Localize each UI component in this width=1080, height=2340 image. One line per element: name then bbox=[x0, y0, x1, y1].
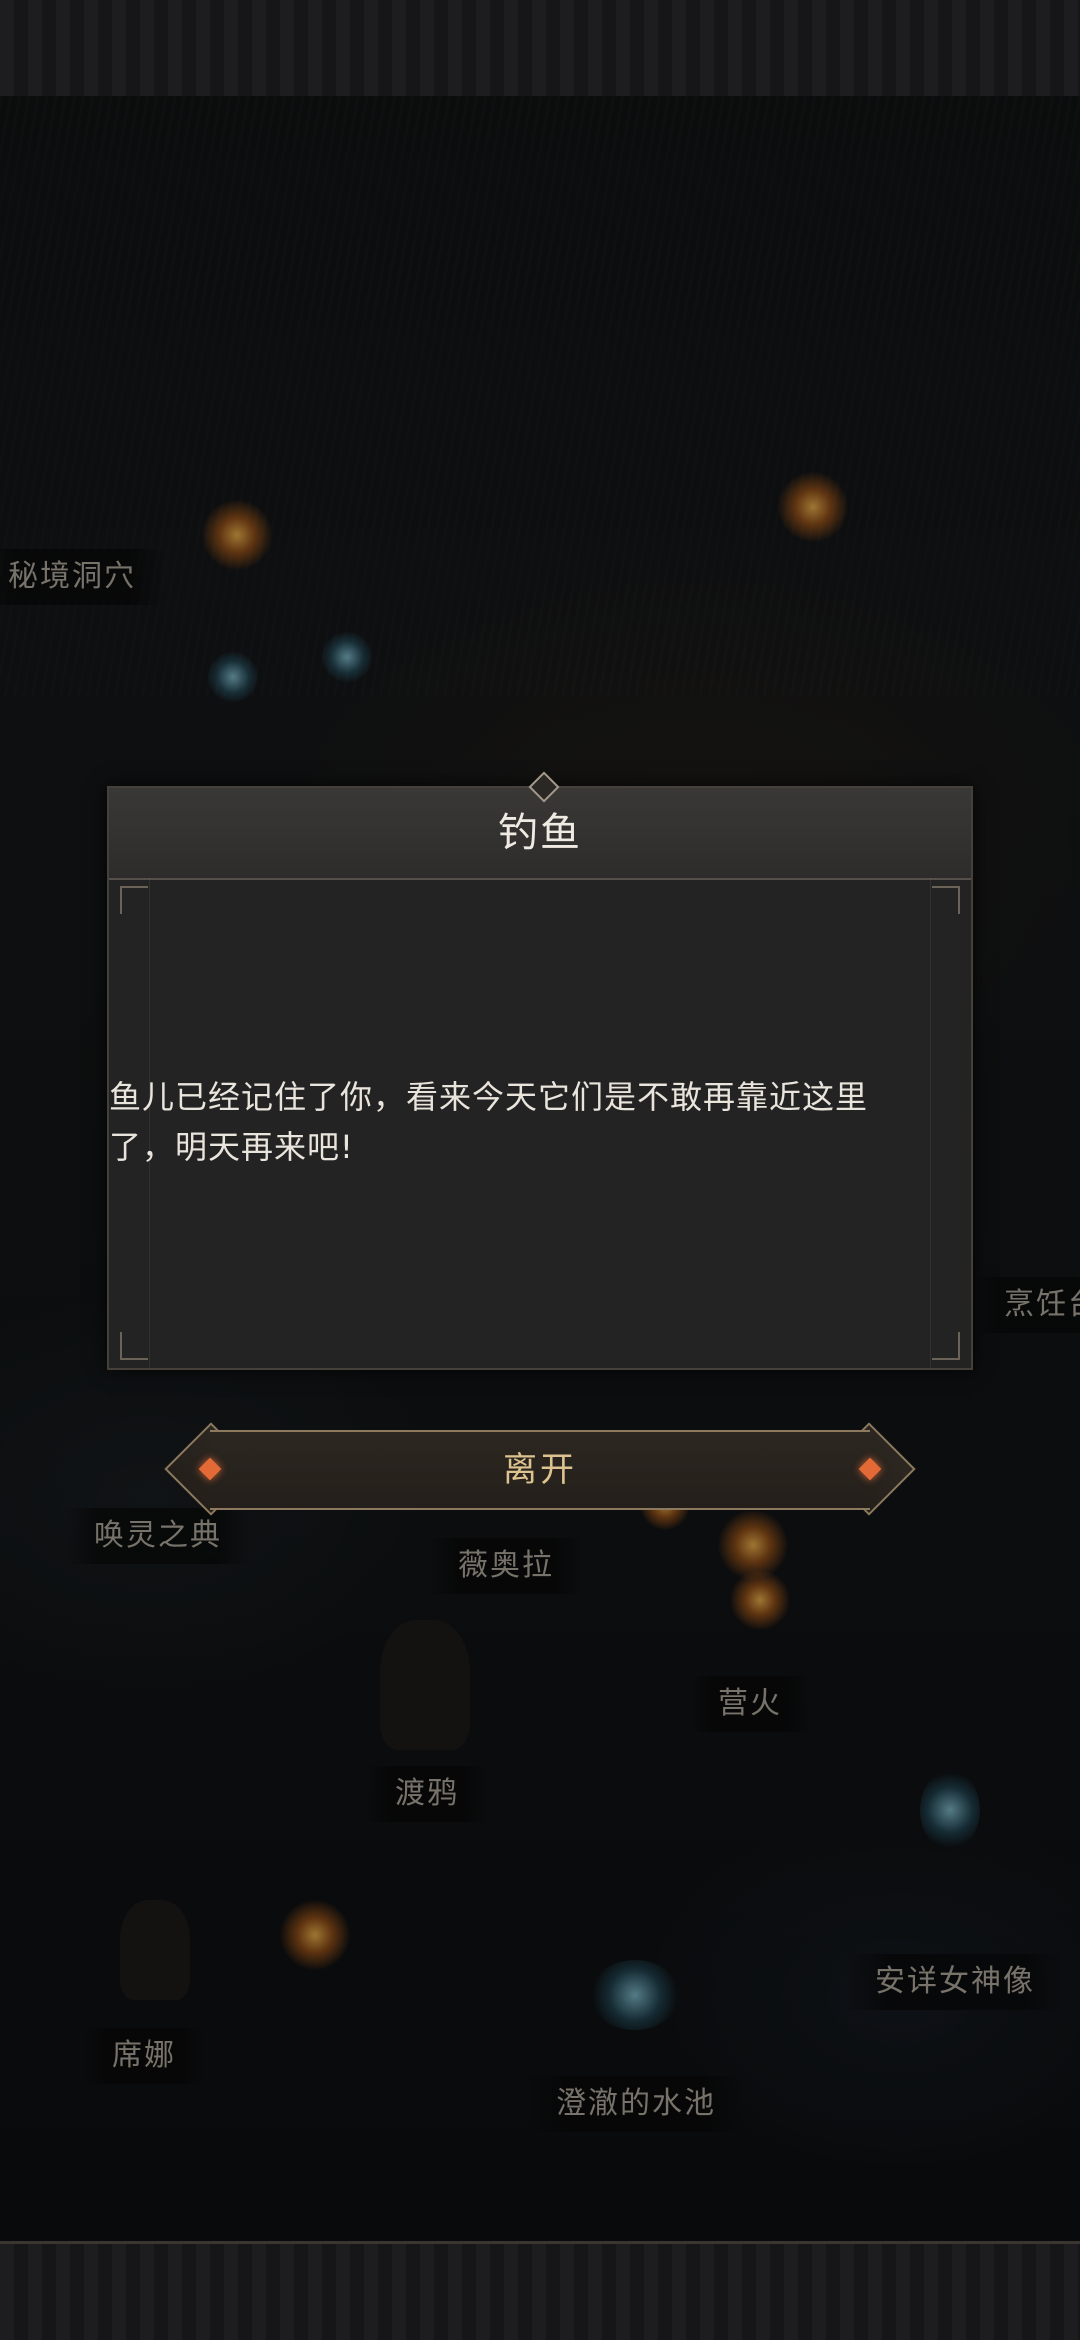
bottom-frame bbox=[0, 2241, 1080, 2340]
top-frame bbox=[0, 0, 1080, 99]
dialog-header: 钓鱼 bbox=[109, 771, 971, 880]
corner-ornament-icon bbox=[120, 886, 148, 914]
corner-ornament-icon bbox=[120, 1332, 148, 1360]
leave-button[interactable]: 离开 bbox=[164, 1422, 916, 1518]
corner-ornament-icon bbox=[932, 886, 960, 914]
leave-button-label: 离开 bbox=[503, 1450, 577, 1490]
dialog-title: 钓鱼 bbox=[498, 810, 582, 856]
corner-ornament-icon bbox=[932, 1332, 960, 1360]
dialog-message: 鱼儿已经记住了你，看来今天它们是不敢再靠近这里了，明天再来吧! bbox=[109, 1078, 869, 1166]
